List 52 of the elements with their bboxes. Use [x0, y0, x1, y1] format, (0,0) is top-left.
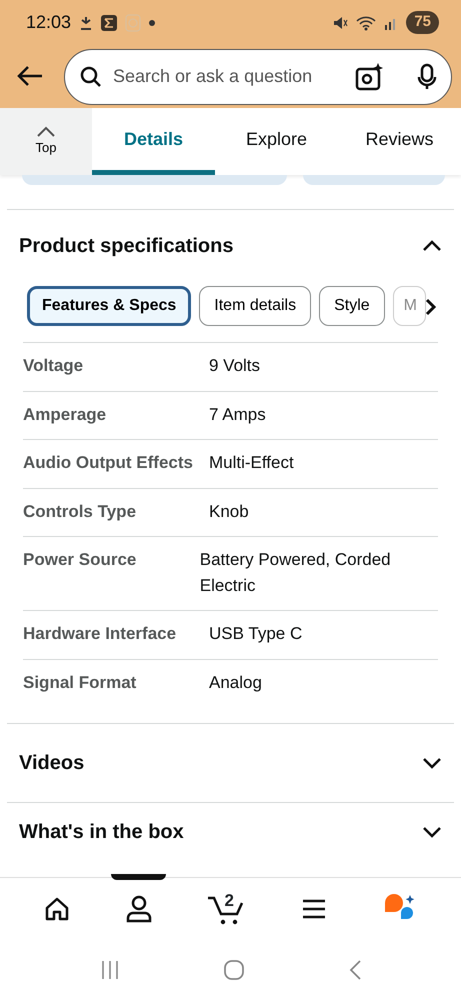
spec-value: Battery Powered, Corded Electric: [200, 549, 392, 596]
tab[interactable]: Details: [92, 108, 215, 175]
search-icon: [79, 64, 103, 88]
tab[interactable]: Explore: [215, 108, 338, 175]
filter-chip[interactable]: Features & Specs: [27, 286, 192, 326]
app-icon: [101, 14, 118, 30]
section-title: What's in the box: [19, 820, 184, 845]
search-bar[interactable]: Search or ask a question: [64, 48, 452, 104]
mute-icon: [332, 14, 348, 30]
spec-name: Signal Format: [23, 672, 138, 694]
spec-value: Knob: [209, 500, 250, 522]
camera-icon[interactable]: [355, 62, 383, 90]
top-button[interactable]: Top: [0, 108, 92, 175]
chevron-up-icon: [36, 126, 56, 138]
home-button-icon[interactable]: [222, 959, 244, 981]
back-icon[interactable]: [348, 959, 362, 981]
status-time: 12:03: [26, 11, 72, 34]
microphone-icon[interactable]: [417, 62, 437, 90]
filter-chip[interactable]: Style: [319, 286, 385, 326]
spec-name: Amperage: [23, 404, 108, 426]
spec-name: Hardware Interface: [23, 623, 178, 645]
wifi-icon: [356, 14, 376, 30]
section-title: Videos: [19, 751, 84, 776]
dot-icon: [149, 20, 156, 26]
cart-button[interactable]: 2: [207, 892, 246, 926]
spec-value: Analog: [209, 672, 263, 694]
spec-value: 7 Amps: [209, 404, 267, 426]
battery-level: 75: [406, 11, 439, 34]
chevron-down-icon: [422, 826, 442, 838]
filter-chip[interactable]: Item details: [199, 286, 312, 326]
spec-name: Audio Output Effects: [23, 452, 194, 474]
menu-icon[interactable]: [301, 898, 328, 920]
chevron-right-icon[interactable]: [425, 298, 437, 316]
section-title: Product specifications: [19, 234, 234, 259]
spec-name: Controls Type: [23, 500, 138, 522]
app-icon: [125, 14, 142, 32]
tab[interactable]: Reviews: [338, 108, 461, 175]
chevron-up-icon: [422, 240, 442, 252]
gesture-pill: [111, 874, 166, 880]
spec-name: Voltage: [23, 355, 84, 377]
home-icon[interactable]: [44, 896, 70, 922]
spec-value: Multi-Effect: [209, 452, 295, 474]
section-header[interactable]: What's in the box: [7, 803, 454, 861]
section-header[interactable]: Videos: [7, 724, 454, 802]
section-header[interactable]: Product specifications: [7, 210, 454, 282]
spec-name: Power Source: [23, 549, 138, 571]
recent-apps-icon[interactable]: [100, 960, 120, 980]
spec-value: USB Type C: [209, 623, 304, 645]
notification-icon: [79, 14, 94, 30]
profile-icon[interactable]: [126, 895, 152, 923]
spec-value: 9 Volts: [209, 355, 262, 377]
chevron-down-icon: [422, 757, 442, 769]
